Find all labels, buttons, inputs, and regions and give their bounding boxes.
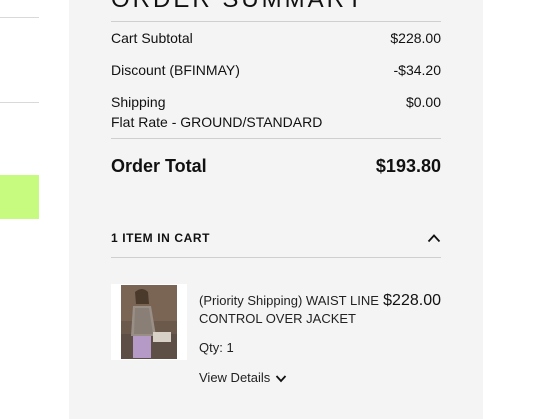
divider	[111, 257, 441, 258]
order-total-value: $193.80	[375, 156, 441, 176]
product-thumbnail[interactable]	[111, 284, 187, 360]
product-name[interactable]: (Priority Shipping) WAIST LINE CONTROL O…	[199, 292, 379, 328]
divider	[111, 21, 441, 22]
discount-value: -$34.20	[393, 62, 441, 78]
discount-label: Discount (BFINMAY)	[111, 62, 240, 78]
left-column	[0, 0, 40, 419]
product-quantity: Qty: 1	[199, 339, 234, 357]
order-total-label: Order Total	[111, 156, 207, 176]
subtotal-label: Cart Subtotal	[111, 30, 193, 46]
divider	[0, 102, 39, 103]
product-image	[111, 284, 187, 360]
shipping-method: Flat Rate - GROUND/STANDARD	[111, 114, 323, 130]
subtotal-value: $228.00	[390, 30, 441, 46]
order-summary-title: ORDER SUMMARY	[111, 0, 366, 14]
view-details-label: View Details	[199, 370, 271, 385]
chevron-up-icon[interactable]	[427, 233, 441, 243]
view-details-link[interactable]: View Details	[199, 369, 287, 387]
product-price: $228.00	[383, 292, 441, 309]
order-summary-panel: ORDER SUMMARY Cart Subtotal $228.00 Disc…	[69, 0, 483, 419]
qty-value: 1	[226, 340, 234, 355]
qty-label: Qty:	[199, 340, 223, 355]
place-order-button-edge[interactable]	[0, 175, 39, 219]
shipping-label: Shipping	[111, 94, 166, 110]
shipping-value: $0.00	[405, 94, 441, 110]
chevron-down-icon	[276, 374, 287, 382]
cart-items-toggle[interactable]: 1 ITEM IN CART	[111, 231, 210, 245]
divider	[0, 17, 39, 18]
divider	[111, 138, 441, 139]
